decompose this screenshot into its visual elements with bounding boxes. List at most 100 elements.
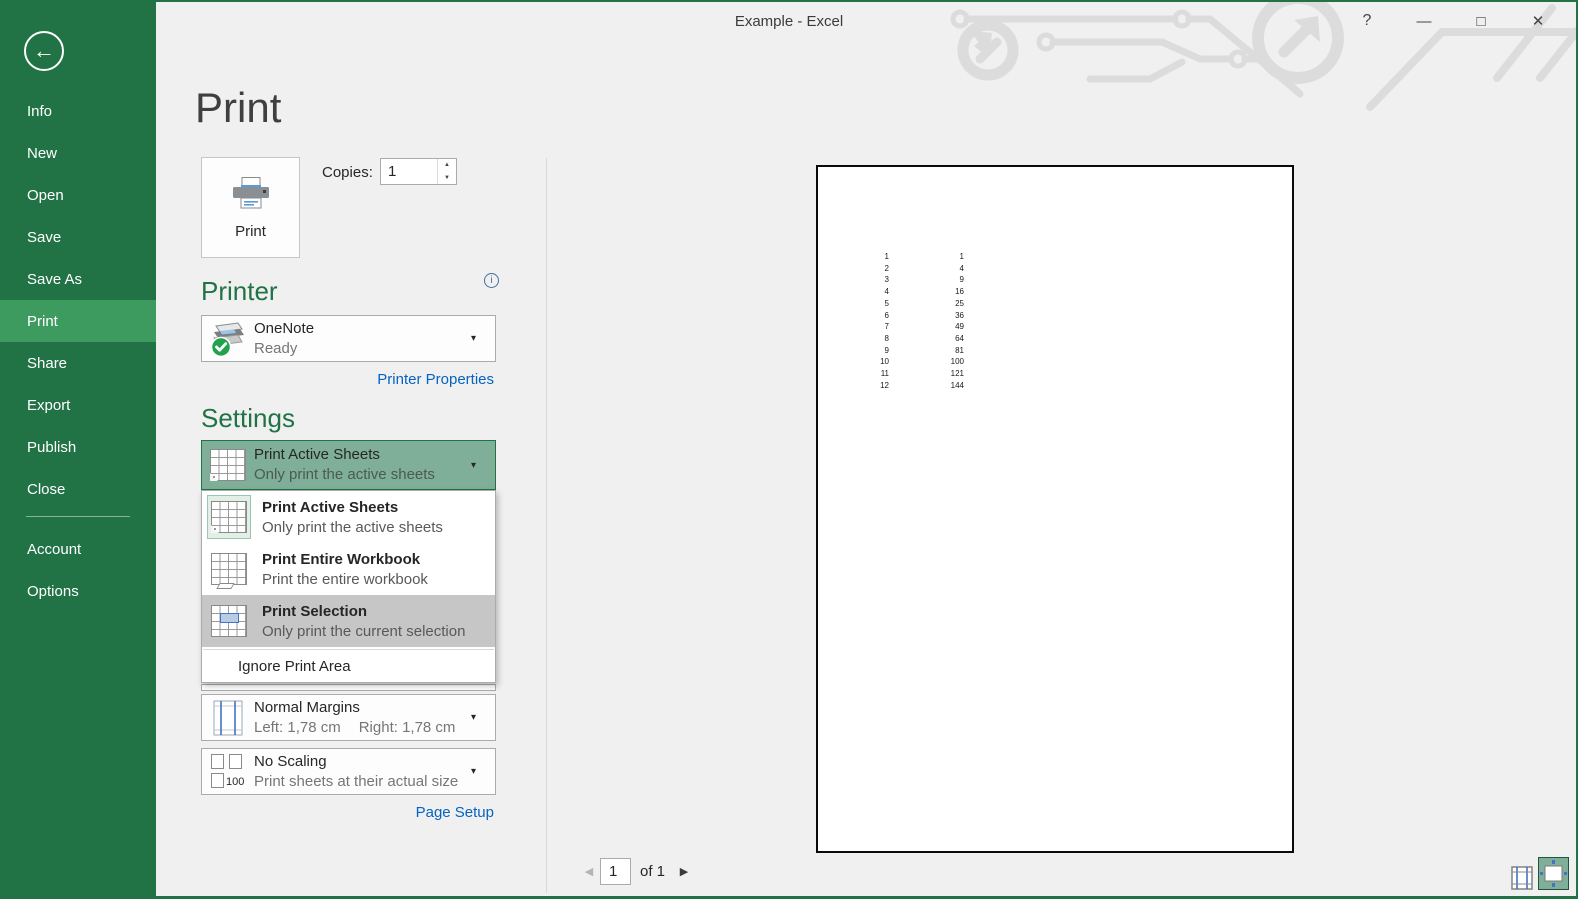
window-controls: ? — □ ✕ xyxy=(1352,8,1553,34)
printer-device-icon xyxy=(208,320,248,358)
preview-cell: 9 xyxy=(889,274,964,286)
sidebar-item[interactable]: Publish xyxy=(0,426,156,468)
print-button[interactable]: Print xyxy=(201,157,300,258)
print-what-option[interactable]: Print Active Sheets Only print the activ… xyxy=(202,491,495,543)
preview-cell: 1 xyxy=(889,251,964,263)
preview-cell: 8 xyxy=(818,333,889,345)
copies-decrement-button[interactable]: ▼ xyxy=(438,172,456,185)
page-title: Print xyxy=(195,84,281,132)
current-page-input[interactable] xyxy=(600,858,631,885)
back-button[interactable]: ← xyxy=(24,31,64,71)
sidebar-item-label: Save As xyxy=(27,271,82,288)
sidebar-item-label: Options xyxy=(27,583,79,600)
print-what-option[interactable]: Print Selection Only print the current s… xyxy=(202,595,495,647)
option-subtitle: Only print the current selection xyxy=(262,622,465,642)
preview-cell: 4 xyxy=(889,263,964,275)
margins-select[interactable]: Normal Margins Left: 1,78 cm Right: 1,78… xyxy=(201,694,496,741)
option-title: Print Selection xyxy=(262,601,465,622)
sidebar-item-label: Save xyxy=(27,229,61,246)
preview-cell: 11 xyxy=(818,368,889,380)
preview-cell: 12 xyxy=(818,380,889,392)
ignore-print-area-option[interactable]: Ignore Print Area xyxy=(202,652,495,680)
spreadsheet-icon xyxy=(211,605,247,637)
help-button[interactable]: ? xyxy=(1352,8,1382,34)
printer-heading: Printer xyxy=(201,276,278,307)
sidebar-item-label: Publish xyxy=(27,439,76,456)
copies-label: Copies: xyxy=(322,164,373,181)
copies-increment-button[interactable]: ▲ xyxy=(438,159,456,172)
sidebar-item-label: Print xyxy=(27,313,58,330)
printer-select[interactable]: OneNote Ready ▾ xyxy=(201,315,496,362)
preview-cell: 1 xyxy=(818,251,889,263)
copies-stepper: ▲ ▼ xyxy=(380,158,457,185)
preview-view-controls xyxy=(1510,857,1569,890)
window-border-top xyxy=(0,0,1578,2)
preview-cell: 121 xyxy=(889,368,964,380)
sidebar-item[interactable]: Account xyxy=(0,528,156,570)
show-margins-toggle[interactable] xyxy=(1510,866,1534,890)
preview-column-2: 149162536496481100121144 xyxy=(889,251,964,391)
printer-icon xyxy=(229,176,273,214)
preview-cell: 64 xyxy=(889,333,964,345)
copies-input[interactable] xyxy=(381,159,437,184)
sidebar-item[interactable]: Save xyxy=(0,216,156,258)
next-page-button[interactable]: ▶ xyxy=(673,865,695,878)
scaling-subtitle: Print sheets at their actual size xyxy=(254,772,471,792)
preview-cell: 3 xyxy=(818,274,889,286)
print-what-title: Print Active Sheets xyxy=(254,445,471,465)
sidebar-item[interactable]: Print xyxy=(0,300,156,342)
preview-cell: 25 xyxy=(889,298,964,310)
sidebar-item[interactable]: Save As xyxy=(0,258,156,300)
print-what-menu: Print Active Sheets Only print the activ… xyxy=(201,490,496,683)
sidebar-item[interactable]: Close xyxy=(0,468,156,510)
margin-left-value: Left: 1,78 cm xyxy=(254,718,341,738)
sidebar-item[interactable]: Options xyxy=(0,570,156,612)
scaling-title: No Scaling xyxy=(254,752,471,772)
page-setup-link[interactable]: Page Setup xyxy=(201,804,494,821)
sidebar-item[interactable]: Share xyxy=(0,342,156,384)
printer-status: Ready xyxy=(254,339,471,359)
excel-backstage-window: Example - Excel ? — □ ✕ ← Info New Open xyxy=(0,0,1578,899)
preview-cell: 81 xyxy=(889,345,964,357)
info-icon[interactable]: i xyxy=(484,273,499,288)
zoom-to-page-toggle[interactable] xyxy=(1538,857,1569,890)
printer-properties-link[interactable]: Printer Properties xyxy=(201,371,494,388)
no-scaling-icon: 100 xyxy=(210,754,246,790)
previous-page-button[interactable]: ◀ xyxy=(578,865,600,878)
print-what-options: Print Active Sheets Only print the activ… xyxy=(202,491,495,647)
sidebar-item[interactable]: Info xyxy=(0,90,156,132)
preview-cell: 7 xyxy=(818,321,889,333)
sidebar-item-label: Info xyxy=(27,103,52,120)
minimize-button[interactable]: — xyxy=(1409,8,1439,34)
option-title: Print Entire Workbook xyxy=(262,549,428,570)
preview-cell: 100 xyxy=(889,356,964,368)
preview-cell: 10 xyxy=(818,356,889,368)
page-count-label: of 1 xyxy=(640,863,665,880)
preview-cell: 16 xyxy=(889,286,964,298)
preview-cell: 9 xyxy=(818,345,889,357)
sidebar-item-label: Share xyxy=(27,355,67,372)
preview-page-navigation: ◀ of 1 ▶ xyxy=(578,858,695,885)
scaling-select[interactable]: 100 No Scaling Print sheets at their act… xyxy=(201,748,496,795)
option-title: Print Active Sheets xyxy=(262,497,443,518)
print-what-subtitle: Only print the active sheets xyxy=(254,465,471,485)
sidebar-item[interactable]: New xyxy=(0,132,156,174)
close-button[interactable]: ✕ xyxy=(1523,8,1553,34)
window-title: Example - Excel xyxy=(400,13,1178,30)
back-arrow-icon: ← xyxy=(33,38,55,64)
preview-cell: 5 xyxy=(818,298,889,310)
sidebar-item[interactable]: Open xyxy=(0,174,156,216)
preview-cell: 49 xyxy=(889,321,964,333)
print-what-select[interactable]: Print Active Sheets Only print the activ… xyxy=(201,440,496,490)
preview-column-1: 123456789101112 xyxy=(818,251,889,391)
maximize-button[interactable]: □ xyxy=(1466,8,1496,34)
sidebar-item-label: New xyxy=(27,145,57,162)
content-divider xyxy=(546,158,547,893)
scaling-badge: 100 xyxy=(226,776,244,788)
sidebar-item[interactable]: Export xyxy=(0,384,156,426)
sidebar-main-menu: Info New Open Save Save As xyxy=(0,90,156,510)
print-preview-page: 123456789101112 149162536496481100121144 xyxy=(816,165,1294,853)
preview-cell: 2 xyxy=(818,263,889,275)
sidebar-footer-menu: Account Options xyxy=(0,528,156,612)
print-what-option[interactable]: Print Entire Workbook Print the entire w… xyxy=(202,543,495,595)
